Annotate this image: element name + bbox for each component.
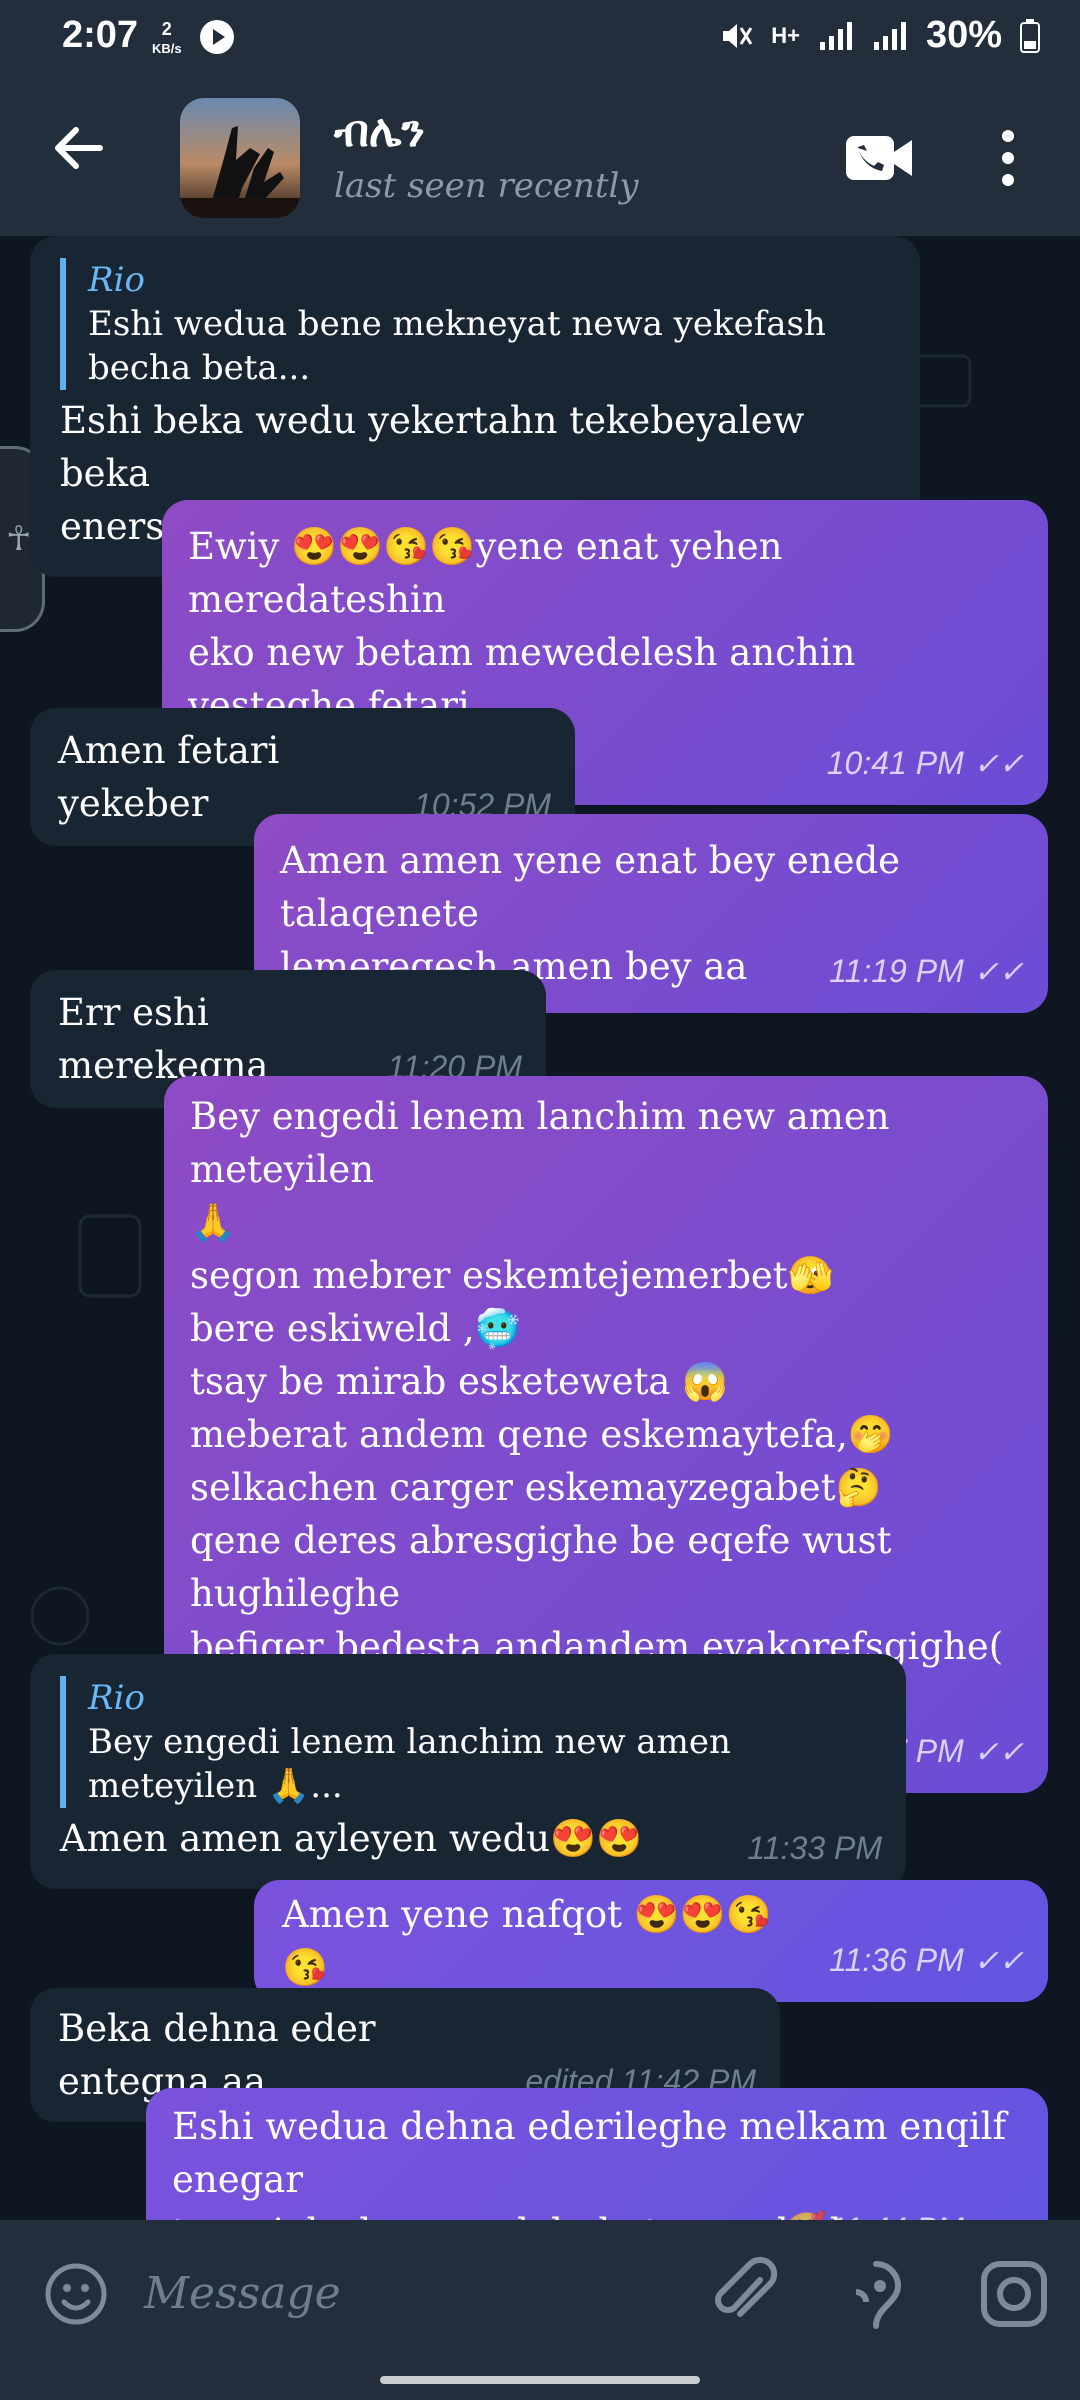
network-type: H+ (771, 22, 800, 48)
read-checkmarks-icon: ✓✓ (973, 956, 1024, 989)
message-time: 🥰 11:44 PM (780, 2211, 963, 2220)
read-checkmarks-icon: ✓✓ (973, 748, 1024, 781)
signal-icon (873, 21, 906, 50)
message-time: 11:19 PM (829, 953, 964, 989)
phone-icon[interactable] (844, 130, 916, 186)
message-time: 10:41 PM (826, 745, 964, 781)
outgoing-message[interactable]: Eshi wedua dehna ederileghe melkam enqil… (146, 2088, 1048, 2220)
battery-percent: 30% (925, 14, 1002, 56)
read-checkmarks-icon: ✓✓ (973, 1945, 1024, 1978)
navigation-pill[interactable] (380, 2376, 700, 2384)
read-checkmarks-icon: ✓✓ (973, 1736, 1024, 1769)
message-text: Amen yene nafqot 😍😍😘😘 (282, 1893, 772, 1989)
reply-quote[interactable]: Rio Bey engedi lenem lanchim new amen met… (60, 1676, 876, 1808)
status-time: 2:07 (62, 14, 139, 56)
mute-icon (723, 23, 753, 48)
last-seen-status: last seen recently (334, 166, 639, 206)
outgoing-message[interactable]: Amen yene nafqot 😍😍😘😘 11:36 PM ✓✓ (254, 1880, 1048, 2002)
status-icons: H+ 30% (719, 14, 1040, 57)
reply-text: Bey engedi lenem lanchim new amen meteyi… (88, 1722, 731, 1806)
play-icon (200, 20, 234, 54)
message-meta: 11:19 PM ✓✓ (829, 945, 1024, 999)
attach-icon[interactable] (710, 2256, 780, 2332)
accessibility-icon: ☥ (6, 519, 32, 559)
message-meta: 11:36 PM ✓✓ (829, 1934, 1024, 1988)
message-time: 11:36 PM (829, 1942, 964, 1978)
chat-header: ብሌን last seen recently (0, 78, 1080, 236)
message-input-bar: Message (0, 2220, 1080, 2400)
avatar[interactable] (180, 98, 300, 218)
signal-icon (819, 21, 852, 50)
reply-quote[interactable]: Rio Eshi wedua bene mekneyat newa yekefas… (60, 258, 890, 390)
back-arrow-icon[interactable] (48, 118, 108, 178)
message-text: Eshi wedua dehna ederileghe melkam enqil… (172, 2105, 1007, 2220)
camera-icon[interactable] (980, 2260, 1048, 2328)
message-meta: 10:41 PM ✓✓ (827, 737, 1024, 791)
chat-title[interactable]: ብሌን (334, 106, 425, 157)
message-time: 11:33 PM (747, 1830, 882, 1866)
message-meta: 11:33 PM (747, 1822, 882, 1875)
chat-area[interactable]: ☥ Rio Eshi wedua bene mekneyat newa yekef… (0, 236, 1080, 2220)
message-input[interactable]: Message (144, 2268, 341, 2319)
read-checkmarks-icon: ✓✓ (974, 2204, 1024, 2220)
reply-author: Rio (88, 260, 145, 300)
incoming-message[interactable]: Rio Bey engedi lenem lanchim new amen met… (30, 1654, 906, 1889)
reply-text: Eshi wedua bene mekneyat newa yekefash b… (88, 304, 826, 388)
status-bar: 2:07 2 KB/s H+ 30% (0, 0, 1080, 78)
reply-author: Rio (88, 1678, 145, 1718)
network-speed: 2 KB/s (152, 19, 182, 56)
more-vertical-icon[interactable] (996, 126, 1020, 190)
emoji-icon[interactable] (44, 2262, 108, 2326)
voice-icon[interactable] (836, 2256, 916, 2332)
battery-icon (1020, 18, 1040, 53)
message-meta: 🥰 11:44 PM ✓✓ (780, 2203, 1024, 2220)
praying-hands-icon (180, 126, 300, 218)
